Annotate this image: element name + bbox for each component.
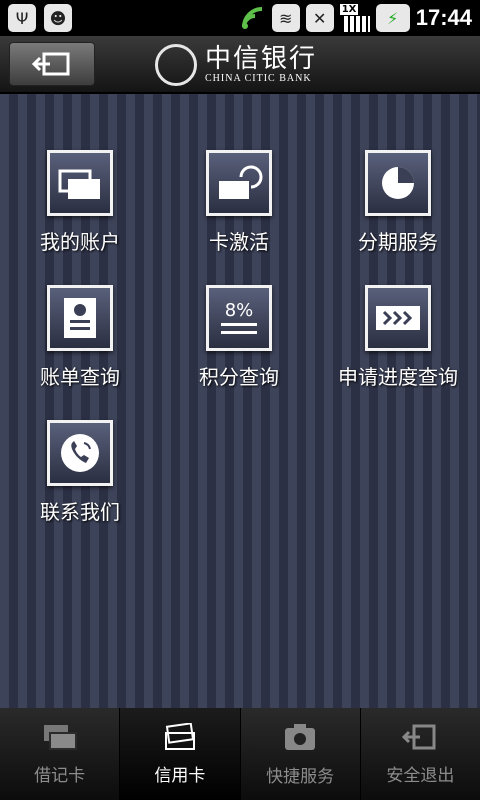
debit-card-icon	[43, 724, 77, 750]
menu-grid: 我的账户 卡激活 分期服务 账单查询 8% 积分查询 申请进度查询 联系我们	[0, 94, 480, 708]
pie-chart-icon	[365, 150, 431, 216]
menu-item-points-query[interactable]: 8% 积分查询	[159, 285, 319, 405]
tab-credit-card[interactable]: 信用卡	[120, 708, 241, 800]
battery-icon: ⚡	[375, 4, 410, 32]
bank-logo-icon	[155, 44, 197, 86]
percent-icon: 8%	[206, 285, 272, 351]
mute-icon: ✕	[305, 4, 334, 32]
menu-label: 联系我们	[40, 500, 120, 524]
sync-icon	[241, 7, 262, 29]
bank-brand: 中信银行 CHINA CITIC BANK	[155, 42, 317, 88]
svg-text:8%: 8%	[225, 300, 254, 321]
menu-item-installment[interactable]: 分期服务	[318, 150, 478, 270]
android-icon: ☻	[44, 4, 72, 32]
tab-label: 快捷服务	[266, 766, 335, 787]
menu-label: 卡激活	[209, 230, 269, 254]
bank-name-en: CHINA CITIC BANK	[205, 73, 312, 84]
phone-icon	[47, 420, 113, 486]
tab-debit-card[interactable]: 借记卡	[0, 708, 121, 800]
back-arrow-icon	[32, 52, 70, 76]
clock: 17:44	[415, 5, 472, 30]
tab-quick-service[interactable]: 快捷服务	[241, 708, 361, 800]
progress-arrows-icon	[365, 285, 431, 351]
tab-label: 借记卡	[34, 765, 86, 786]
menu-label: 积分查询	[199, 365, 279, 389]
card-stack-icon	[47, 150, 113, 216]
menu-item-card-activation[interactable]: 卡激活	[159, 150, 319, 270]
credit-card-icon	[164, 722, 195, 750]
menu-label: 分期服务	[358, 230, 438, 254]
tab-label: 安全退出	[386, 765, 455, 786]
camera-icon	[285, 723, 316, 750]
tab-secure-exit[interactable]: 安全退出	[361, 708, 480, 800]
card-refresh-icon	[206, 150, 272, 216]
menu-item-application-progress[interactable]: 申请进度查询	[318, 285, 478, 405]
wifi-icon: ≋	[271, 4, 300, 32]
menu-item-bill-query[interactable]: 账单查询	[0, 285, 160, 405]
signal-badge: 1X	[339, 4, 359, 15]
app-header: 中信银行 CHINA CITIC BANK	[0, 36, 480, 94]
bottom-tab-bar: 借记卡 信用卡 快捷服务 安全退出	[0, 708, 480, 800]
status-bar: Ψ ☻ ≋ ✕ 1X ⚡ 17:44	[0, 0, 480, 36]
menu-item-contact-us[interactable]: 联系我们	[0, 420, 160, 540]
exit-icon	[402, 724, 436, 749]
menu-label: 账单查询	[40, 365, 120, 389]
menu-label: 我的账户	[40, 230, 120, 254]
bank-name-cn: 中信银行	[205, 44, 318, 74]
usb-icon: Ψ	[8, 4, 36, 32]
back-button[interactable]	[9, 42, 95, 86]
signal-icon: 1X	[339, 4, 370, 32]
tab-label: 信用卡	[154, 765, 206, 786]
menu-item-my-account[interactable]: 我的账户	[0, 150, 160, 270]
menu-label: 申请进度查询	[338, 365, 458, 389]
bill-icon	[47, 285, 113, 351]
